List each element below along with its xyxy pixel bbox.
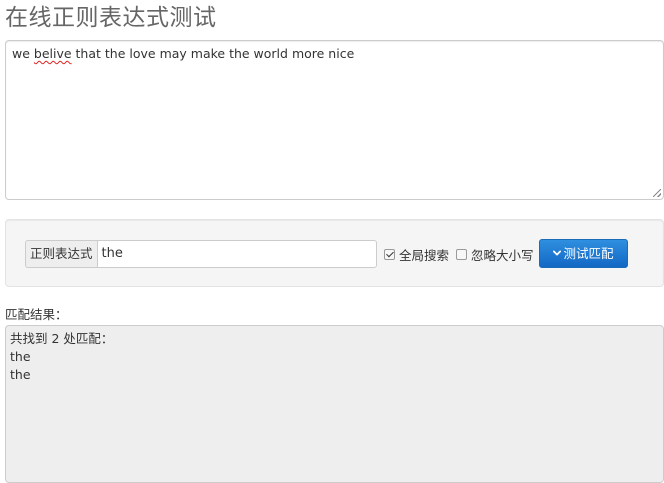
result-box: 共找到 2 处匹配： the the — [5, 325, 664, 483]
global-search-checkbox[interactable] — [384, 248, 395, 260]
result-summary: 共找到 2 处匹配： — [10, 331, 114, 346]
regex-input[interactable]: the — [96, 240, 377, 268]
resize-grip-icon[interactable] — [653, 189, 661, 197]
regex-label: 正则表达式 — [25, 240, 97, 268]
result-match: the — [10, 349, 31, 364]
source-text-after: that the love may make the world more ni… — [71, 46, 355, 61]
regex-input-group: 正则表达式 the — [25, 240, 377, 268]
result-match: the — [10, 367, 31, 382]
misspelled-word: belive — [33, 46, 72, 61]
regex-tester-page: 在线正则表达式测试 we belive that the love may ma… — [0, 0, 664, 483]
global-search-label: 全局搜索 — [399, 247, 450, 263]
test-match-button[interactable]: 测试匹配 — [539, 239, 628, 268]
test-match-button-label: 测试匹配 — [563, 246, 614, 261]
source-text-area[interactable]: we belive that the love may make the wor… — [5, 40, 664, 200]
ignore-case-option[interactable]: 忽略大小写 — [456, 246, 534, 263]
chevron-down-icon — [553, 250, 562, 256]
control-panel: 正则表达式 the 全局搜索 忽略大小写 测试匹配 — [5, 219, 664, 287]
ignore-case-checkbox[interactable] — [456, 248, 467, 260]
page-title: 在线正则表达式测试 — [5, 5, 217, 31]
ignore-case-label: 忽略大小写 — [471, 247, 534, 263]
result-label: 匹配结果： — [5, 307, 68, 322]
global-search-option[interactable]: 全局搜索 — [384, 246, 450, 263]
source-text-before: we — [12, 46, 34, 61]
